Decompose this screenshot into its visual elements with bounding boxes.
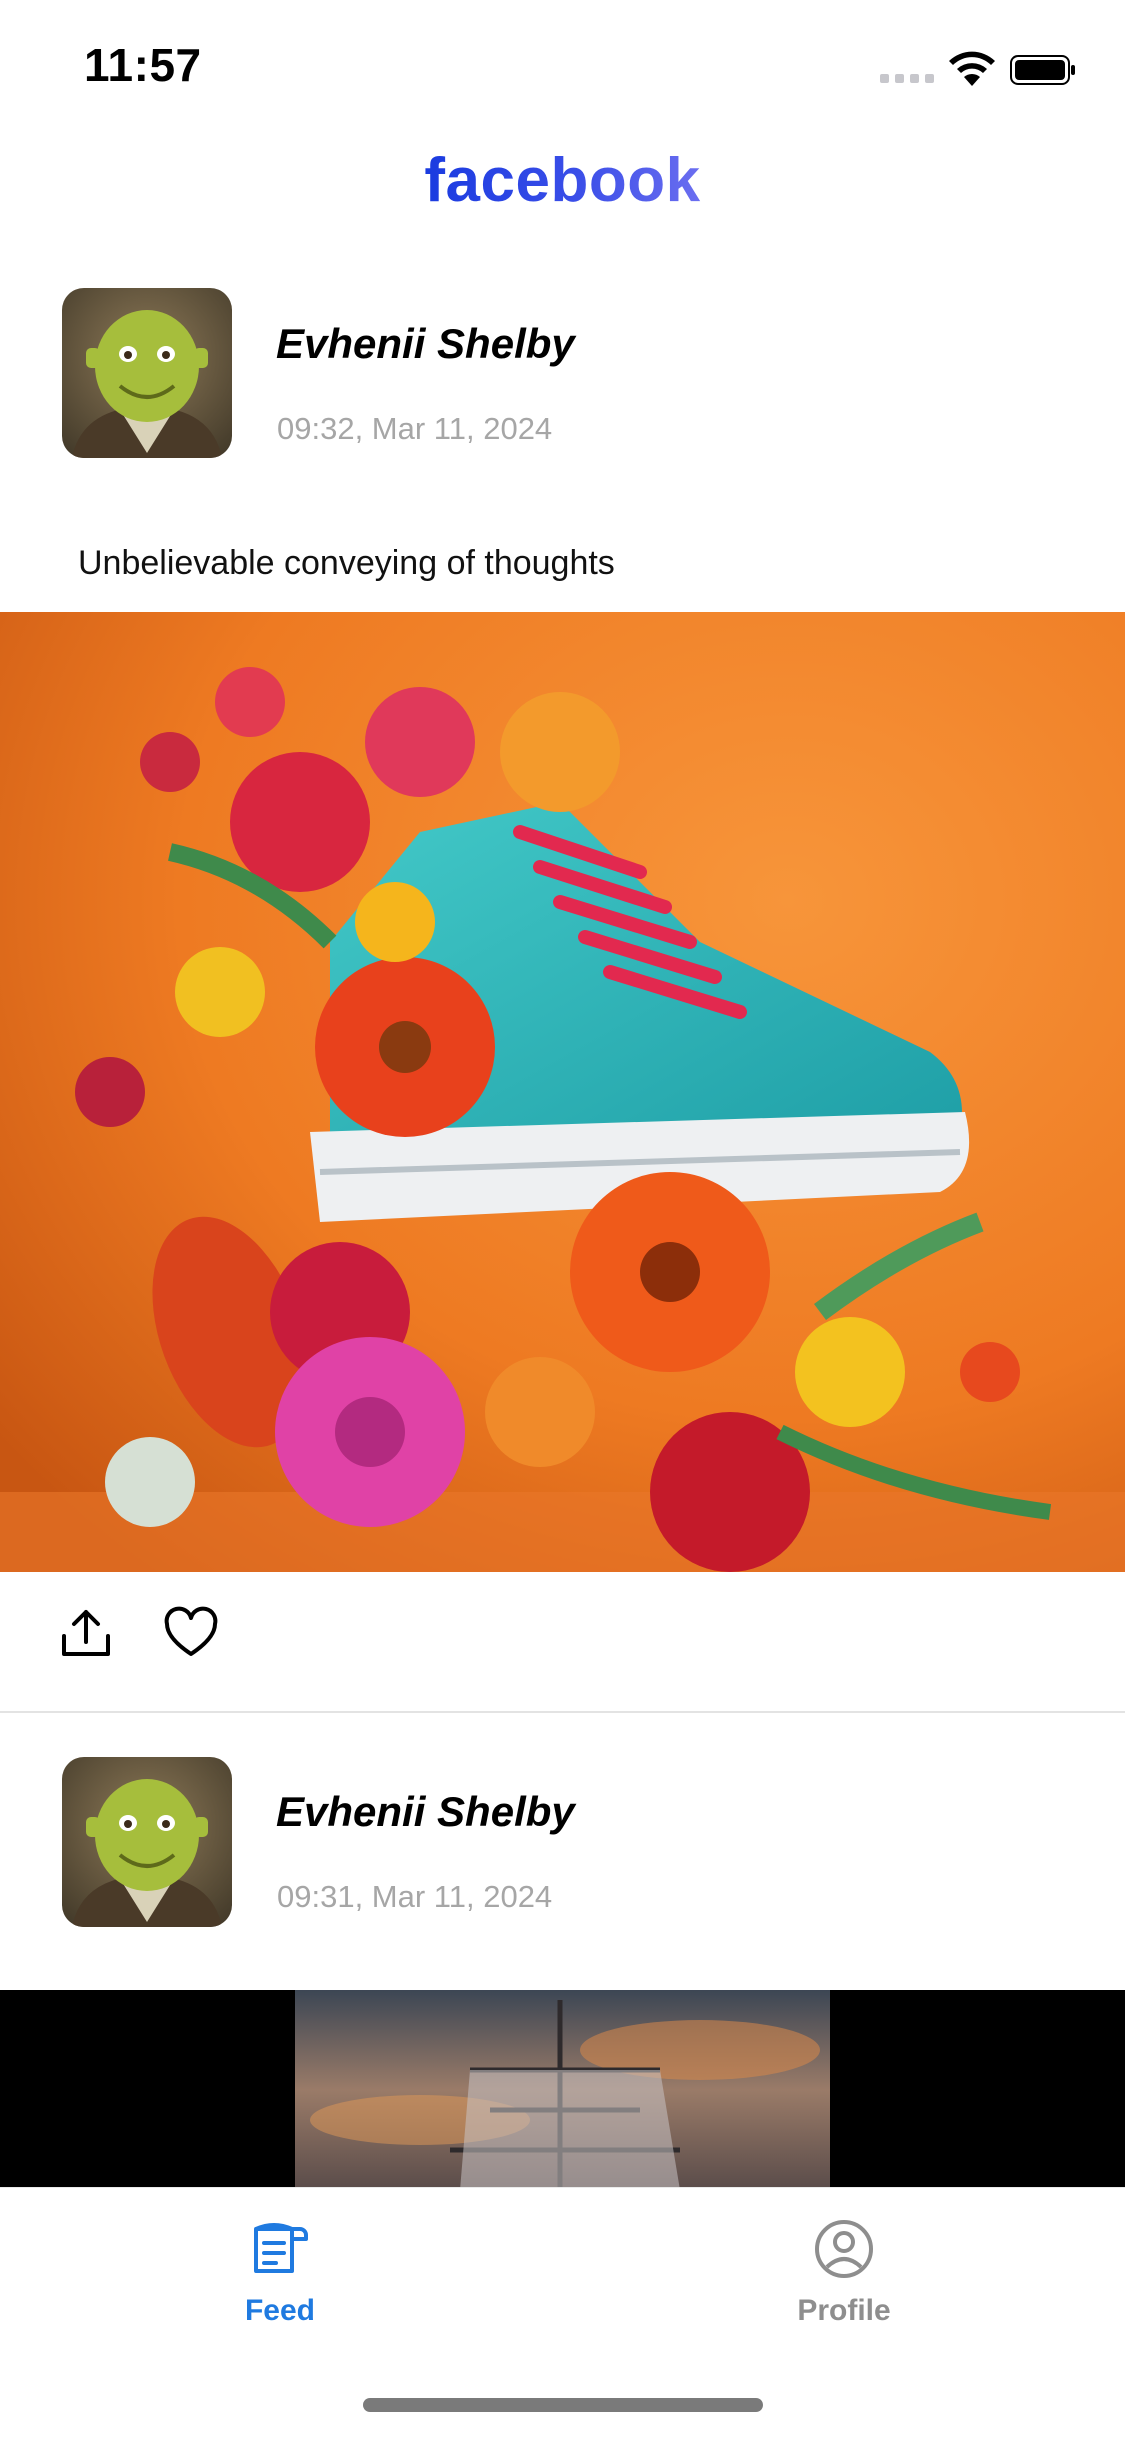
- tab-label: Feed: [244, 2294, 316, 2327]
- app-logo: facebook: [424, 146, 701, 215]
- cellular-signal-icon: [880, 74, 934, 84]
- profile-icon: [815, 2220, 873, 2278]
- battery-icon: [1010, 55, 1075, 85]
- post-timestamp: 09:32, Mar 11, 2024: [277, 411, 553, 446]
- share-icon[interactable]: [58, 1606, 114, 1662]
- home-indicator[interactable]: [363, 2398, 763, 2412]
- post-timestamp: 09:31, Mar 11, 2024: [277, 1879, 553, 1914]
- post-caption: Unbelievable conveying of thoughts: [78, 544, 615, 582]
- wifi-icon: [949, 51, 995, 86]
- feed-icon: [254, 2223, 308, 2273]
- avatar[interactable]: [62, 1757, 232, 1927]
- post-author[interactable]: Evhenii Shelby: [276, 1788, 575, 1836]
- post-video[interactable]: [0, 1990, 1125, 2190]
- tab-label: Profile: [797, 2294, 891, 2327]
- post-divider: [0, 1711, 1125, 1713]
- status-time: 11:57: [84, 39, 202, 91]
- post-author[interactable]: Evhenii Shelby: [276, 320, 575, 368]
- heart-icon[interactable]: [163, 1606, 219, 1662]
- tab-profile[interactable]: Profile: [694, 2188, 994, 2328]
- post-image[interactable]: [0, 612, 1125, 1572]
- avatar[interactable]: [62, 288, 232, 458]
- tab-feed[interactable]: Feed: [130, 2188, 430, 2328]
